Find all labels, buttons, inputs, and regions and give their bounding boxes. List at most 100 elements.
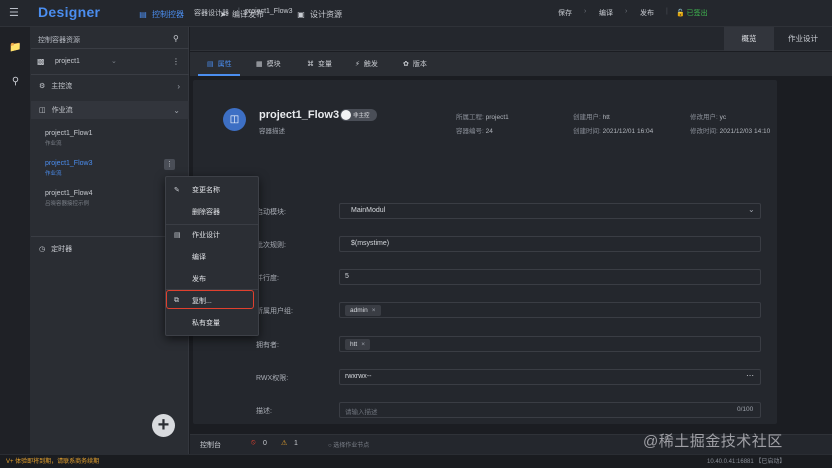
project-select[interactable]: ▩ project1 ⌄ ⋮ (35, 54, 180, 69)
tab-variables-label: 变量 (318, 61, 332, 68)
tab-modules-label: 模块 (266, 61, 281, 68)
start-module-select[interactable] (339, 203, 761, 219)
lock-icon: 🔓 (676, 10, 685, 17)
edit-icon: ✎ (174, 187, 180, 194)
menu-item-job-design[interactable]: ▤ 作业设计 (166, 224, 260, 246)
console-label[interactable]: 控制台 (200, 440, 221, 450)
meta-number-label: 容器编号: (456, 128, 484, 135)
nav-dashboard[interactable]: ▤ 控制控器 (138, 7, 184, 21)
rwx-input[interactable] (339, 369, 761, 385)
info-icon: ○ (328, 443, 332, 449)
start-module-value: MainModul (351, 207, 386, 214)
meta-number: 容器编号: 24 (456, 125, 493, 135)
left-panel-title: 控制容器资源 (38, 37, 80, 44)
design-icon: ▤ (174, 232, 181, 239)
tab-overview[interactable]: 概览 (724, 27, 774, 51)
error-count[interactable]: 0 (263, 440, 267, 447)
meta-modifier-label: 修改用户: (690, 114, 718, 121)
meta-created: 创建时间: 2021/12/01 16:04 (573, 125, 653, 135)
meta-modified: 修改时间: 2021/12/03 14:10 (690, 125, 770, 135)
tab-triggers[interactable]: ⚡ 触发 (355, 52, 378, 76)
more-vertical-icon[interactable]: ⋮ (164, 159, 175, 170)
meta-modifier-value: yc (719, 114, 727, 121)
close-icon[interactable]: × (372, 307, 376, 314)
console-hint-text: 选择作业节点 (333, 443, 370, 449)
user-group-select[interactable] (339, 302, 761, 318)
save-button[interactable]: 保存 (558, 8, 572, 18)
chevron-down-icon: ⌄ (173, 105, 180, 115)
owner-chip-label: htt (350, 341, 358, 348)
user-group-label: 所属用户组: (256, 308, 293, 315)
warning-count[interactable]: 1 (294, 440, 298, 447)
start-module-label: 启动模块: (256, 209, 286, 216)
description-counter: 0/100 (737, 406, 754, 413)
tab-properties[interactable]: ▤ 属性 (207, 52, 232, 76)
tab-versions[interactable]: ✿ 版本 (403, 52, 427, 76)
menu-icon[interactable]: ☰ (9, 7, 21, 19)
meta-creator: 创建用户: htt (573, 111, 610, 121)
chevron-right-icon: › (584, 8, 587, 15)
clock-icon: ◷ (39, 246, 46, 253)
flow-item-sub: 作业流 (45, 171, 62, 177)
parallel-input[interactable] (339, 269, 761, 285)
watermark: @稀土掘金技术社区 (643, 433, 783, 450)
meta-modifier: 修改用户: yc (690, 111, 726, 121)
more-vertical-icon[interactable]: ⋮ (172, 57, 180, 66)
add-button[interactable]: + (152, 414, 175, 437)
toggle-knob (341, 110, 351, 120)
batch-rule-input[interactable] (339, 236, 761, 252)
menu-item-publish-label: 发布 (192, 276, 206, 283)
close-icon[interactable]: × (361, 341, 365, 348)
menu-item-publish[interactable]: 发布 (166, 268, 260, 290)
section-main-flow[interactable]: ⚙ 主控流 › (31, 77, 189, 95)
menu-item-rename-label: 变更名称 (192, 187, 220, 194)
flow-item-sub: 作业流 (45, 141, 62, 147)
more-horizontal-icon[interactable]: ⋯ (746, 371, 754, 380)
flow-item-4[interactable]: project1_Flow4 吕晓容器接控示例 (45, 190, 92, 207)
user-group-chip-label: admin (350, 307, 368, 314)
tab-variables[interactable]: ⌘ 变量 (307, 52, 332, 76)
cube-icon: ▩ (37, 57, 45, 66)
meta-project: 所属工程: project1 (456, 111, 509, 121)
menu-item-delete[interactable]: 删除容器 (166, 201, 260, 223)
rwx-label: RWX权限: (256, 375, 289, 382)
section-job-flow-label: 作业流 (51, 107, 73, 114)
user-group-chip: admin × (345, 305, 381, 316)
meta-created-label: 创建时间: (573, 128, 601, 135)
context-menu: ✎ 变更名称 删除容器 ▤ 作业设计 编译 发布 ⧉ 复制... 私有变量 (165, 176, 259, 336)
menu-item-delete-label: 删除容器 (192, 209, 220, 216)
description-input[interactable] (339, 402, 761, 418)
breadcrumb-root[interactable]: 容器设计器 (194, 8, 229, 18)
variable-icon: ⌘ (307, 61, 314, 68)
compile-button[interactable]: 编译 (599, 8, 613, 18)
flow-description: 容器描述 (259, 128, 285, 135)
owner-label: 拥有者: (256, 342, 279, 349)
tab-triggers-label: 触发 (363, 61, 378, 68)
property-tabs (190, 52, 832, 76)
meta-created-value: 2021/12/01 16:04 (602, 128, 654, 135)
menu-item-compile-label: 编译 (192, 254, 206, 261)
chevron-down-icon: ⌄ (748, 205, 755, 214)
tab-properties-label: 属性 (217, 61, 232, 68)
owner-select[interactable] (339, 336, 761, 352)
checkout-status[interactable]: 🔓 已签出 (676, 8, 708, 18)
flow-item-1[interactable]: project1_Flow1 作业流 (45, 130, 92, 147)
flow-item-3[interactable]: project1_Flow3 作业流 (45, 160, 92, 177)
menu-item-private-vars[interactable]: 私有变量 (166, 312, 260, 334)
tab-job-design[interactable]: 作业设计 (774, 27, 832, 51)
folder-icon[interactable]: 📁 (9, 41, 22, 54)
menu-item-compile[interactable]: 编译 (166, 246, 260, 268)
gear-icon: ⚙ (39, 83, 46, 90)
section-job-flow[interactable]: ◫ 作业流 ⌄ (31, 101, 189, 119)
publish-button[interactable]: 发布 (640, 8, 654, 18)
nav-design-resources[interactable]: ▣ 设计资源 (296, 7, 342, 21)
console-hint: ○ 选择作业节点 (328, 440, 369, 449)
menu-item-rename[interactable]: ✎ 变更名称 (166, 179, 260, 201)
tab-modules[interactable]: ▦ 模块 (256, 52, 281, 76)
meta-creator-value: htt (602, 114, 610, 121)
owner-chip: htt × (345, 339, 371, 350)
search-icon[interactable]: ⚲ (9, 75, 22, 88)
search-icon[interactable]: ⚲ (173, 34, 183, 44)
flow-item-sub: 吕晓容器接控示例 (45, 201, 90, 207)
server-address: 10.40.0.41:16881 【已启动】 (707, 459, 786, 465)
